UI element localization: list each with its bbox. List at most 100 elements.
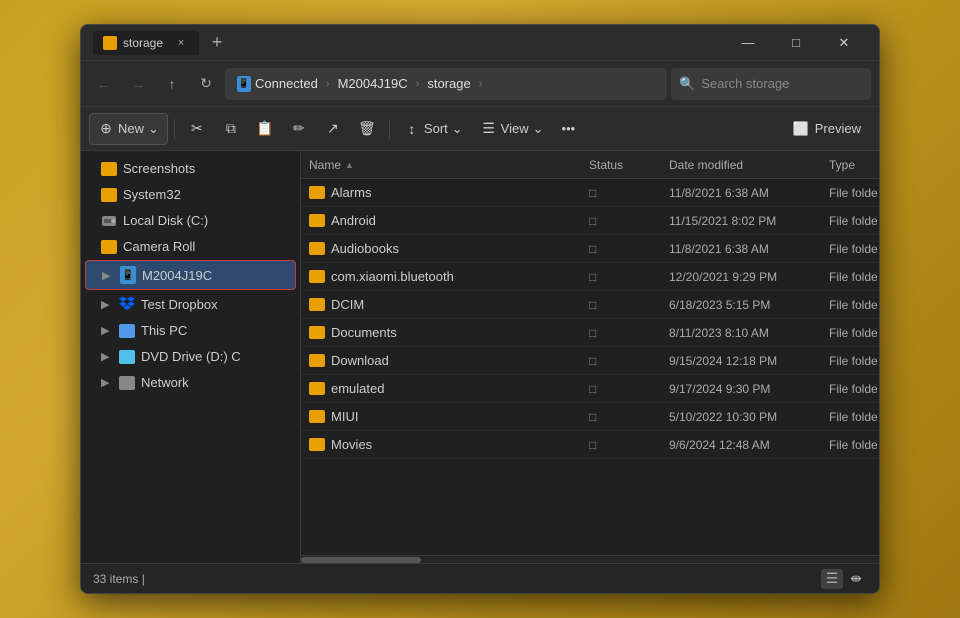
expand-arrow-icon: ▶ (101, 350, 113, 363)
sort-chevron: ⌄ (452, 121, 463, 137)
folder-icon (309, 214, 325, 227)
list-view-button[interactable]: ☰ (821, 569, 843, 589)
sidebar-item-network[interactable]: ▶ Network (85, 370, 296, 395)
breadcrumb-connected-label: Connected (255, 76, 318, 91)
file-type: File folde (821, 298, 879, 312)
table-row[interactable]: emulated □ 9/17/2024 9:30 PM File folde (301, 375, 879, 403)
file-status: □ (581, 270, 661, 284)
share-button[interactable]: ↗ (317, 113, 349, 145)
file-date: 12/20/2021 9:29 PM (661, 270, 821, 284)
table-row[interactable]: Alarms □ 11/8/2021 6:38 AM File folde (301, 179, 879, 207)
preview-label: Preview (815, 121, 861, 136)
new-button-label: New (118, 121, 144, 136)
sidebar-item-label: Local Disk (C:) (123, 213, 208, 228)
column-date-header[interactable]: Date modified (661, 158, 821, 172)
breadcrumb-bar[interactable]: 📱 Connected › M2004J19C › storage › (225, 68, 667, 100)
file-type: File folde (821, 326, 879, 340)
sidebar-item-label: DVD Drive (D:) C (141, 349, 241, 364)
breadcrumb-m2004-label: M2004J19C (338, 76, 408, 91)
table-row[interactable]: com.xiaomi.bluetooth □ 12/20/2021 9:29 P… (301, 263, 879, 291)
sidebar-item-label: Camera Roll (123, 239, 195, 254)
table-row[interactable]: Android □ 11/15/2021 8:02 PM File folde (301, 207, 879, 235)
dvd-icon (119, 350, 135, 364)
rename-button[interactable]: ✏ (283, 113, 315, 145)
column-status-header[interactable]: Status (581, 158, 661, 172)
sort-button[interactable]: ↕ Sort ⌄ (396, 113, 471, 145)
file-status: □ (581, 410, 661, 424)
sidebar-item-test-dropbox[interactable]: ▶ Test Dropbox (85, 291, 296, 317)
more-button[interactable]: ••• (554, 113, 584, 145)
sidebar-item-screenshots[interactable]: Screenshots (85, 156, 296, 181)
dropbox-icon (119, 296, 135, 312)
tab-close-button[interactable]: × (173, 35, 189, 51)
new-button[interactable]: ⊕ New ⌄ (89, 113, 168, 145)
close-button[interactable]: ✕ (821, 28, 867, 58)
sort-icon: ↕ (404, 121, 420, 137)
sidebar-item-local-disk[interactable]: Local Disk (C:) (85, 208, 296, 233)
file-status: □ (581, 438, 661, 452)
h-scroll-thumb[interactable] (301, 557, 421, 563)
file-type: File folde (821, 270, 879, 284)
paste-button[interactable]: 📋 (249, 113, 281, 145)
search-box[interactable]: 🔍 Search storage (671, 68, 871, 100)
table-row[interactable]: Documents □ 8/11/2023 8:10 AM File folde (301, 319, 879, 347)
breadcrumb-storage[interactable]: storage (423, 74, 474, 93)
sidebar-item-m2004j19c[interactable]: ▶ 📱 M2004J19C (85, 260, 296, 290)
minimize-button[interactable]: — (725, 28, 771, 58)
expand-arrow-icon: ▶ (101, 298, 113, 311)
file-name: emulated (331, 381, 384, 396)
sidebar-item-system32[interactable]: System32 (85, 182, 296, 207)
folder-icon (309, 354, 325, 367)
breadcrumb-m2004[interactable]: M2004J19C (334, 74, 412, 93)
phone-breadcrumb-icon: 📱 (237, 76, 251, 92)
copy-button[interactable]: ⧉ (215, 113, 247, 145)
item-count: 33 items | (93, 572, 145, 586)
back-button[interactable]: ← (89, 69, 119, 99)
breadcrumb-storage-label: storage (427, 76, 470, 91)
up-button[interactable]: ↑ (157, 69, 187, 99)
preview-button[interactable]: ⬜ Preview (783, 113, 871, 145)
file-date: 6/18/2023 5:15 PM (661, 298, 821, 312)
table-row[interactable]: Audiobooks □ 11/8/2021 6:38 AM File fold… (301, 235, 879, 263)
sidebar-item-label: Test Dropbox (141, 297, 218, 312)
column-name-header[interactable]: Name ▲ (301, 158, 581, 172)
delete-button[interactable]: 🗑 (351, 113, 383, 145)
grid-view-button[interactable]: ⇼ (845, 569, 867, 589)
view-button-label: View (501, 121, 529, 136)
sidebar-item-camera-roll[interactable]: Camera Roll (85, 234, 296, 259)
forward-button[interactable]: → (123, 69, 153, 99)
main-content: Screenshots System32 Local Disk (C:) Cam… (81, 151, 879, 563)
refresh-button[interactable]: ↻ (191, 69, 221, 99)
file-type: File folde (821, 382, 879, 396)
view-button[interactable]: ☰ View ⌄ (473, 113, 552, 145)
cut-button[interactable]: ✂ (181, 113, 213, 145)
sidebar-item-label: Network (141, 375, 189, 390)
search-placeholder: Search storage (701, 76, 789, 91)
folder-icon (309, 326, 325, 339)
new-tab-button[interactable]: + (203, 29, 231, 57)
sidebar-item-this-pc[interactable]: ▶ This PC (85, 318, 296, 343)
folder-icon (101, 162, 117, 176)
maximize-button[interactable]: □ (773, 28, 819, 58)
file-date: 5/10/2022 10:30 PM (661, 410, 821, 424)
sidebar-item-dvd-drive[interactable]: ▶ DVD Drive (D:) C (85, 344, 296, 369)
table-row[interactable]: MIUI □ 5/10/2022 10:30 PM File folde (301, 403, 879, 431)
title-bar: storage × + — □ ✕ (81, 25, 879, 61)
active-tab[interactable]: storage × (93, 31, 199, 55)
pc-icon (119, 324, 135, 338)
status-bar: 33 items | ☰ ⇼ (81, 563, 879, 593)
horizontal-scrollbar[interactable] (301, 555, 879, 563)
rename-icon: ✏ (291, 121, 307, 137)
breadcrumb-sep-2: › (416, 78, 420, 90)
breadcrumb-connected[interactable]: 📱 Connected (233, 74, 322, 94)
table-row[interactable]: Download □ 9/15/2024 12:18 PM File folde (301, 347, 879, 375)
table-row[interactable]: Movies □ 9/6/2024 12:48 AM File folde (301, 431, 879, 459)
expand-arrow-icon: ▶ (101, 324, 113, 337)
file-date: 9/6/2024 12:48 AM (661, 438, 821, 452)
toolbar: ⊕ New ⌄ ✂ ⧉ 📋 ✏ ↗ 🗑 ↕ Sort ⌄ ☰ (81, 107, 879, 151)
table-row[interactable]: DCIM □ 6/18/2023 5:15 PM File folde (301, 291, 879, 319)
disk-icon (101, 214, 117, 228)
date-header-label: Date modified (669, 158, 743, 172)
file-status: □ (581, 354, 661, 368)
column-type-header[interactable]: Type (821, 158, 879, 172)
